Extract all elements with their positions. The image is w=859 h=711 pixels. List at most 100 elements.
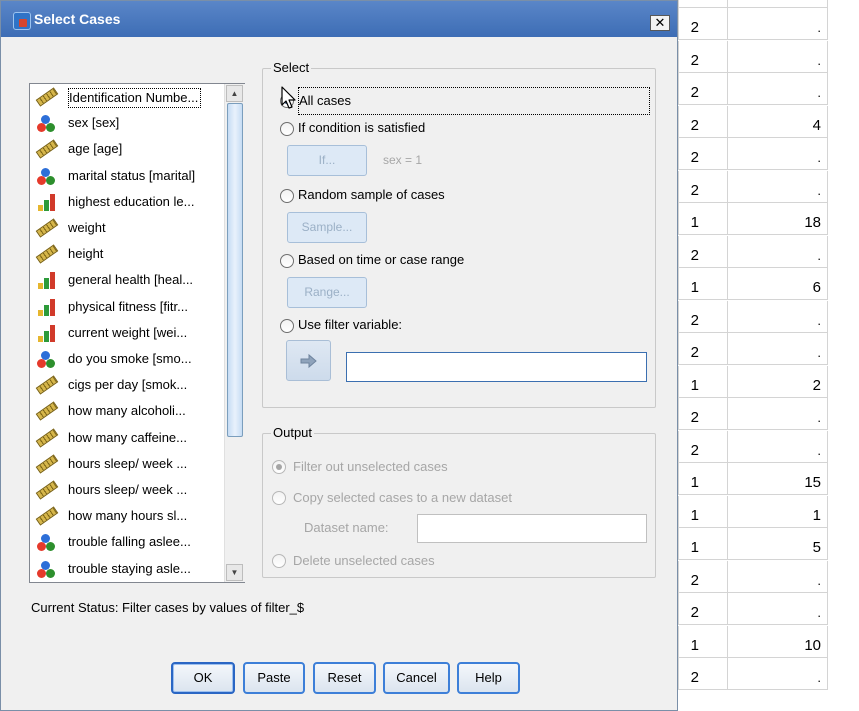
based-on-time-label[interactable]: Based on time or case range xyxy=(298,252,464,267)
variable-list-item[interactable]: height xyxy=(30,243,226,267)
dataset-name-field[interactable] xyxy=(417,514,647,543)
variable-list-item[interactable]: weight xyxy=(30,217,226,241)
filter-variable-field[interactable] xyxy=(346,352,647,382)
table-cell[interactable]: 2 xyxy=(678,105,728,138)
paste-button[interactable]: Paste xyxy=(243,662,305,694)
table-cell[interactable]: 1 xyxy=(678,268,728,300)
table-cell[interactable]: 1 xyxy=(678,365,728,398)
variable-list-scrollbar[interactable]: ▲ ▼ xyxy=(224,84,245,582)
table-cell[interactable]: 2 xyxy=(678,138,728,170)
variable-list-item[interactable]: how many alcoholi... xyxy=(30,400,226,424)
table-cell[interactable]: 5 xyxy=(728,528,828,560)
reset-button[interactable]: Reset xyxy=(313,662,376,694)
variable-list[interactable]: Identification Numbe... sex [sex] age [age… xyxy=(29,83,245,583)
variable-list-item[interactable]: hours sleep/ week ... xyxy=(30,453,226,477)
all-cases-label[interactable]: All cases xyxy=(298,87,650,115)
table-cell[interactable]: . xyxy=(728,40,828,73)
table-cell[interactable]: . xyxy=(728,560,828,593)
scale-icon xyxy=(35,506,59,526)
variable-list-item[interactable]: sex [sex] xyxy=(30,112,226,136)
based-on-time-radio[interactable] xyxy=(280,254,294,268)
table-cell[interactable]: 1 xyxy=(678,528,728,560)
table-cell[interactable]: 2 xyxy=(678,235,728,268)
ok-button[interactable]: OK xyxy=(171,662,235,694)
use-filter-label[interactable]: Use filter variable: xyxy=(298,317,402,332)
table-cell[interactable]: 2 xyxy=(678,398,728,430)
table-cell[interactable]: 4 xyxy=(728,105,828,138)
scroll-down-arrow-icon[interactable]: ▼ xyxy=(226,564,243,581)
move-variable-button[interactable] xyxy=(286,340,331,381)
random-sample-label[interactable]: Random sample of cases xyxy=(298,187,445,202)
table-cell[interactable]: 1 xyxy=(678,495,728,528)
if-condition-label[interactable]: If condition is satisfied xyxy=(298,120,425,135)
table-cell[interactable]: 2 xyxy=(728,365,828,398)
table-cell[interactable]: . xyxy=(728,593,828,625)
variable-list-item[interactable]: trouble staying asle... xyxy=(30,558,226,582)
data-view-grid[interactable]: 2 . 2.2.2.242.2.1182.162.2.122.2.1151115… xyxy=(678,0,859,711)
filter-out-label[interactable]: Filter out unselected cases xyxy=(293,459,448,474)
table-cell[interactable]: . xyxy=(728,398,828,430)
table-cell[interactable]: 2 xyxy=(678,8,728,40)
table-cell[interactable]: . xyxy=(728,235,828,268)
scrollbar-thumb[interactable] xyxy=(227,103,243,437)
table-cell[interactable]: . xyxy=(728,138,828,170)
filter-out-radio[interactable] xyxy=(272,460,286,474)
variable-list-item[interactable]: physical fitness [fitr... xyxy=(30,296,226,320)
table-cell[interactable]: . xyxy=(728,333,828,365)
table-cell[interactable]: 2 xyxy=(678,560,728,593)
table-cell[interactable]: 2 xyxy=(678,40,728,73)
variable-list-item[interactable]: age [age] xyxy=(30,138,226,162)
close-button[interactable]: ✕ xyxy=(650,15,670,31)
table-cell[interactable]: 18 xyxy=(728,203,828,235)
variable-label: cigs per day [smok... xyxy=(68,377,188,393)
table-cell[interactable]: . xyxy=(728,300,828,333)
table-cell[interactable]: 2 xyxy=(678,170,728,203)
variable-list-item[interactable]: how many caffeine... xyxy=(30,427,226,451)
variable-list-item[interactable]: marital status [marital] xyxy=(30,165,226,189)
variable-list-item[interactable]: cigs per day [smok... xyxy=(30,374,226,398)
if-condition-radio[interactable] xyxy=(280,122,294,136)
table-cell[interactable]: 2 xyxy=(678,333,728,365)
spss-app-icon xyxy=(13,12,31,30)
variable-list-item[interactable]: Identification Numbe... xyxy=(30,86,226,110)
table-cell[interactable]: 1 xyxy=(678,463,728,495)
table-cell[interactable]: 15 xyxy=(728,463,828,495)
table-cell[interactable]: . xyxy=(728,8,828,40)
variable-list-item[interactable]: general health [heal... xyxy=(30,269,226,293)
table-cell[interactable]: 2 xyxy=(678,430,728,463)
table-cell[interactable]: 2 xyxy=(678,658,728,690)
delete-unselected-radio[interactable] xyxy=(272,554,286,568)
if-button[interactable]: If... xyxy=(287,145,367,176)
variable-list-item[interactable]: trouble falling aslee... xyxy=(30,531,226,555)
table-cell[interactable]: 10 xyxy=(728,625,828,658)
variable-list-item[interactable]: current weight [wei... xyxy=(30,322,226,346)
table-cell[interactable]: . xyxy=(728,658,828,690)
scroll-up-arrow-icon[interactable]: ▲ xyxy=(226,85,243,102)
table-cell[interactable]: 1 xyxy=(728,495,828,528)
table-cell[interactable]: 2 xyxy=(678,593,728,625)
table-cell[interactable]: . xyxy=(728,170,828,203)
table-cell[interactable]: 2 xyxy=(678,73,728,105)
variable-list-item[interactable]: highest education le... xyxy=(30,191,226,215)
use-filter-radio[interactable] xyxy=(280,319,294,333)
variable-label: general health [heal... xyxy=(68,272,194,288)
table-cell[interactable]: . xyxy=(728,430,828,463)
variable-list-item[interactable]: how many hours sl... xyxy=(30,505,226,529)
copy-selected-label[interactable]: Copy selected cases to a new dataset xyxy=(293,490,512,505)
table-cell[interactable]: . xyxy=(728,73,828,105)
table-cell[interactable]: 1 xyxy=(678,625,728,658)
range-button[interactable]: Range... xyxy=(287,277,367,308)
help-button[interactable]: Help xyxy=(457,662,520,694)
sample-button[interactable]: Sample... xyxy=(287,212,367,243)
table-cell[interactable]: 2 xyxy=(678,300,728,333)
random-sample-radio[interactable] xyxy=(280,189,294,203)
variable-list-item[interactable]: do you smoke [smo... xyxy=(30,348,226,372)
copy-selected-radio[interactable] xyxy=(272,491,286,505)
table-cell[interactable]: 1 xyxy=(678,203,728,235)
delete-unselected-label[interactable]: Delete unselected cases xyxy=(293,553,435,568)
title-bar[interactable]: Select Cases ✕ xyxy=(1,1,677,37)
table-cell[interactable]: 6 xyxy=(728,268,828,300)
variable-list-item[interactable]: hours sleep/ week ... xyxy=(30,479,226,503)
cancel-button[interactable]: Cancel xyxy=(383,662,450,694)
variable-label: trouble falling aslee... xyxy=(68,534,191,550)
